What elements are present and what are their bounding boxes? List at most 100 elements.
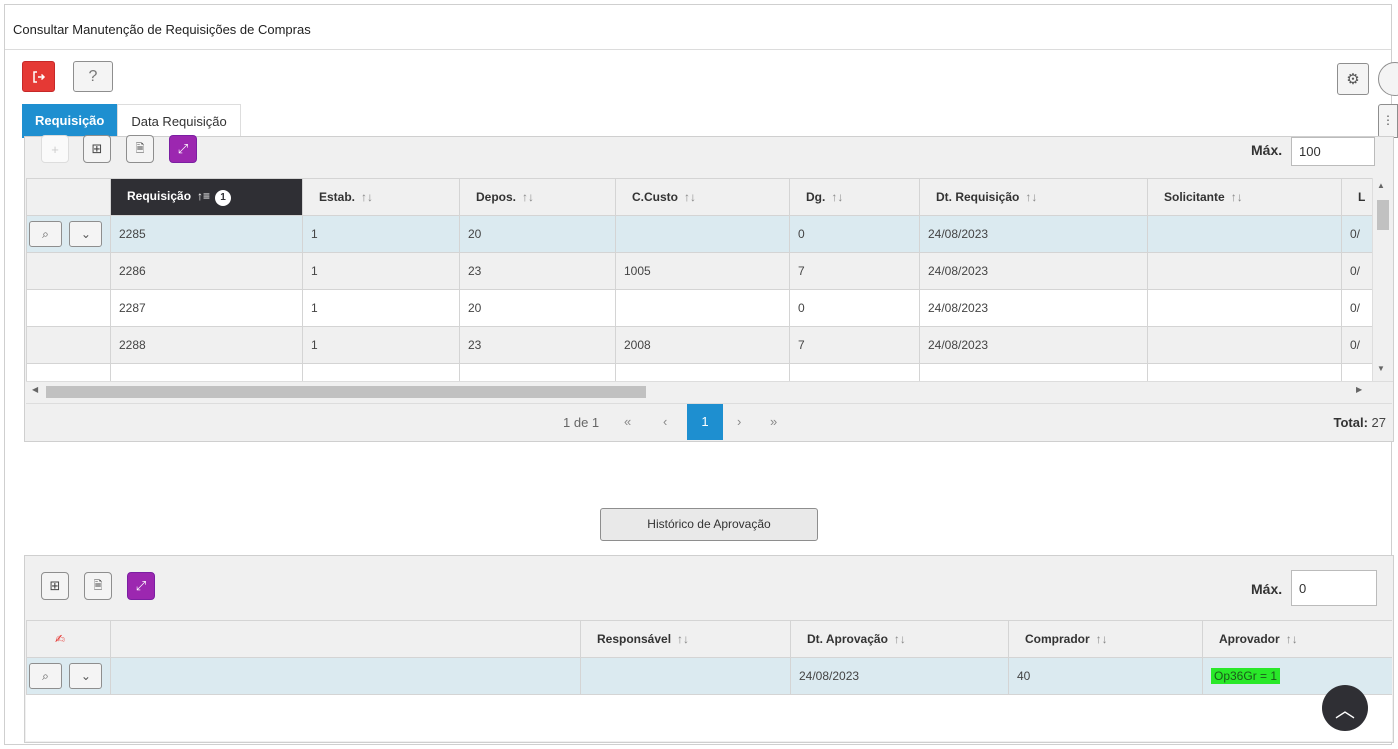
scroll-right-icon[interactable]: ▶ [1356, 385, 1362, 394]
col-dt-aprovacao-header[interactable]: Dt. Aprovação ↑↓ [790, 620, 1009, 658]
row-actions [26, 289, 111, 327]
expand-row-button[interactable]: ⌄ [69, 663, 103, 689]
table-row[interactable]: ⌕ ⌄ 2285 1 20 0 24/08/2023 0/ [26, 215, 1372, 253]
expand-row-button[interactable]: ⌄ [69, 221, 103, 247]
tab-requisicao[interactable]: Requisição [22, 104, 118, 138]
table-row[interactable]: 2288 1 23 2008 7 24/08/2023 0/ [26, 326, 1372, 364]
scroll-to-top-button[interactable]: ︿ [1322, 685, 1368, 731]
sort-icon: ↑↓ [1025, 190, 1038, 204]
col-blank-header [110, 620, 581, 658]
cell-requisicao: 2286 [110, 252, 303, 290]
export-excel-button[interactable]: 🗎 [126, 135, 154, 163]
col-dt-requisicao-header[interactable]: Dt. Requisição ↑↓ [919, 178, 1148, 216]
sort-icon: ↑↓ [831, 190, 844, 204]
exit-button[interactable] [22, 61, 55, 92]
pagination: 1 de 1 « ‹ 1 › » Total: 27 [26, 403, 1392, 440]
col-l-header[interactable]: L [1341, 178, 1372, 216]
cell-requisicao: 2288 [110, 326, 303, 364]
cell-comprador: 40 [1008, 657, 1203, 695]
expand-button[interactable]: ⤢ [127, 572, 155, 600]
view-row-button[interactable]: ⌕ [29, 221, 62, 247]
col-comprador-header[interactable]: Comprador ↑↓ [1008, 620, 1203, 658]
scroll-left-icon[interactable]: ◀ [32, 385, 38, 394]
max-input[interactable] [1291, 137, 1375, 166]
col-estab-header[interactable]: Estab. ↑↓ [302, 178, 460, 216]
cell-dt-requisicao: 24/08/2023 [919, 326, 1148, 364]
cell-solicitante [1147, 326, 1342, 364]
last-page-icon[interactable]: » [770, 414, 777, 429]
current-page-button[interactable]: 1 [687, 404, 723, 440]
add-button[interactable]: + [41, 135, 69, 163]
aprovacao-panel: ⊞ 🗎 ⤢ Máx. ✍ Responsável↑↓ Dt. Aprovação… [24, 555, 1394, 743]
horizontal-scrollbar[interactable]: ◀ ▶ [26, 381, 1393, 401]
col-requisicao-header[interactable]: Requisição ↑≡ 1 [110, 178, 303, 216]
max-input[interactable] [1291, 570, 1377, 606]
prev-page-icon[interactable]: ‹ [663, 414, 667, 429]
sort-icon: ↑↓ [1230, 190, 1243, 204]
table-row[interactable]: 2287 1 20 0 24/08/2023 0/ [26, 289, 1372, 327]
expand-icon: ⤢ [177, 141, 189, 156]
historico-aprovacao-button[interactable]: Histórico de Aprovação [600, 508, 818, 541]
row-actions [26, 326, 111, 364]
cell-l: 0/ [1341, 326, 1372, 364]
row-actions: ⌕ ⌄ [26, 215, 111, 253]
table-row[interactable]: ⌕ ⌄ 24/08/2023 40 Op36Gr = 1 [26, 657, 1392, 695]
scroll-down-icon[interactable]: ▼ [1377, 364, 1385, 373]
col-depos-header[interactable]: Depos. ↑↓ [459, 178, 616, 216]
scroll-up-icon[interactable]: ▲ [1377, 181, 1385, 190]
table-row[interactable]: 2286 1 23 1005 7 24/08/2023 0/ [26, 252, 1372, 290]
vertical-scrollbar[interactable]: ▲ ▼ [1372, 178, 1392, 381]
cell-requisicao: 2287 [110, 289, 303, 327]
col-actions-header [26, 178, 111, 216]
plus-icon: + [51, 141, 59, 157]
tab-data-requisicao[interactable]: Data Requisição [117, 104, 241, 138]
columns-button[interactable]: ⊞ [41, 572, 69, 600]
expand-icon: ⤢ [135, 578, 147, 593]
cell-l: 0/ [1341, 289, 1372, 327]
page-title: Consultar Manutenção de Requisições de C… [13, 22, 311, 37]
cell-dt-requisicao: 24/08/2023 [919, 289, 1148, 327]
sort-icon: ↑↓ [361, 190, 374, 204]
sort-icon: ↑↓ [677, 632, 690, 646]
cell-depos: 20 [459, 289, 616, 327]
settings-button[interactable]: ⚙ [1337, 63, 1369, 95]
sort-icon: ↑↓ [522, 190, 535, 204]
search-icon: ⌕ [42, 668, 49, 683]
col-solicitante-header[interactable]: Solicitante ↑↓ [1147, 178, 1342, 216]
cell-ccusto [615, 215, 790, 253]
sort-icon: ↑↓ [1095, 632, 1108, 646]
col-dg-header[interactable]: Dg. ↑↓ [789, 178, 920, 216]
cell-dt-aprovacao: 24/08/2023 [790, 657, 1009, 695]
more-options-button[interactable]: ⋮ [1378, 104, 1398, 138]
next-page-icon[interactable]: › [737, 414, 741, 429]
horizontal-scroll-thumb[interactable] [46, 386, 646, 398]
cell-requisicao: 2285 [110, 215, 303, 253]
excel-icon: 🗎 [93, 579, 103, 592]
columns-button[interactable]: ⊞ [83, 135, 111, 163]
export-excel-button[interactable]: 🗎 [84, 572, 112, 600]
tab-bar: Requisição Data Requisição [22, 104, 241, 138]
first-page-icon[interactable]: « [624, 414, 631, 429]
help-button[interactable]: ? [73, 61, 113, 92]
exit-icon [32, 70, 45, 83]
cell-estab: 1 [302, 289, 460, 327]
cell-solicitante [1147, 252, 1342, 290]
cell-aprovador: Op36Gr = 1 [1202, 657, 1392, 695]
sort-icon: ↑↓ [1285, 632, 1298, 646]
table-row[interactable] [26, 363, 1372, 381]
sort-icon: ↑↓ [893, 632, 906, 646]
col-aprovador-header[interactable]: Aprovador ↑↓ [1202, 620, 1392, 658]
vertical-scroll-thumb[interactable] [1377, 200, 1389, 230]
cell-l: 0/ [1341, 215, 1372, 253]
cell-ccusto: 2008 [615, 326, 790, 364]
expand-button[interactable]: ⤢ [169, 135, 197, 163]
page-info: 1 de 1 [563, 415, 600, 430]
col-sign-header: ✍ [26, 620, 111, 658]
requisicoes-grid: Requisição ↑≡ 1 Estab. ↑↓ Depos. ↑↓ C.Custo ↑… [26, 178, 1372, 381]
view-row-button[interactable]: ⌕ [29, 663, 62, 689]
grid-icon: ⊞ [49, 578, 61, 593]
cell-dg: 0 [789, 215, 920, 253]
max-label: Máx. [1251, 581, 1283, 597]
col-ccusto-header[interactable]: C.Custo ↑↓ [615, 178, 790, 216]
col-responsavel-header[interactable]: Responsável ↑↓ [580, 620, 791, 658]
